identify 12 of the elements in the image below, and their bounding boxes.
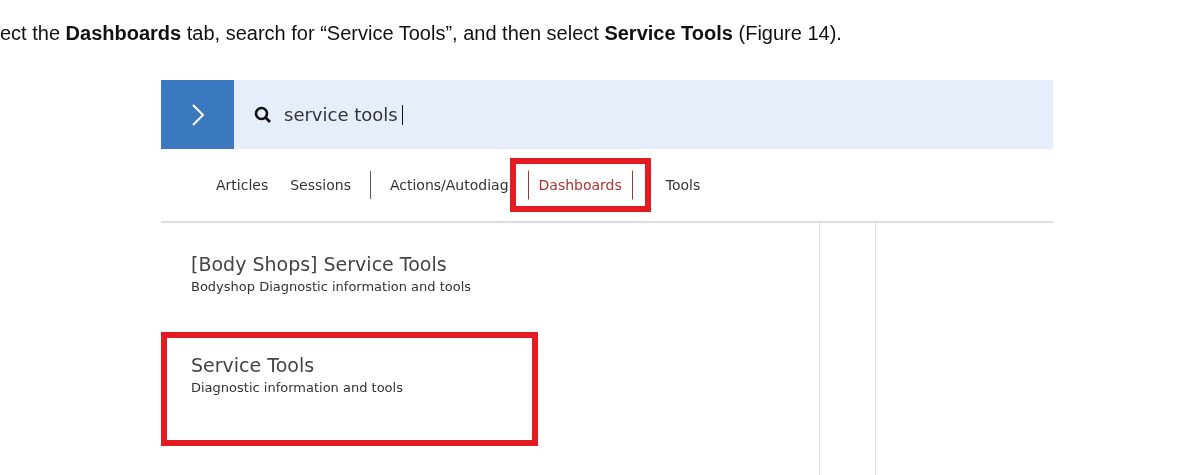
chevron-right-icon (189, 101, 206, 128)
instruction-text: ect the Dashboards tab, search for “Service Tools”, and then select Service Tools (Figure 14). (0, 21, 843, 46)
result-item[interactable]: Service Tools Diagnostic information and tools (161, 332, 538, 446)
expand-button[interactable] (161, 80, 234, 149)
search-field[interactable]: service tools (284, 104, 402, 125)
tab[interactable]: Articles (205, 170, 280, 200)
search-icon (254, 105, 272, 124)
result-item[interactable]: [Body Shops] Service Tools Bodyshop Diagnostic information and tools (161, 243, 801, 308)
tab[interactable]: Tools (654, 170, 712, 200)
tab[interactable]: Dashboards (527, 170, 633, 200)
tab[interactable]: Sessions (279, 170, 362, 200)
tab[interactable]: Actions/Autodiag (378, 170, 520, 200)
